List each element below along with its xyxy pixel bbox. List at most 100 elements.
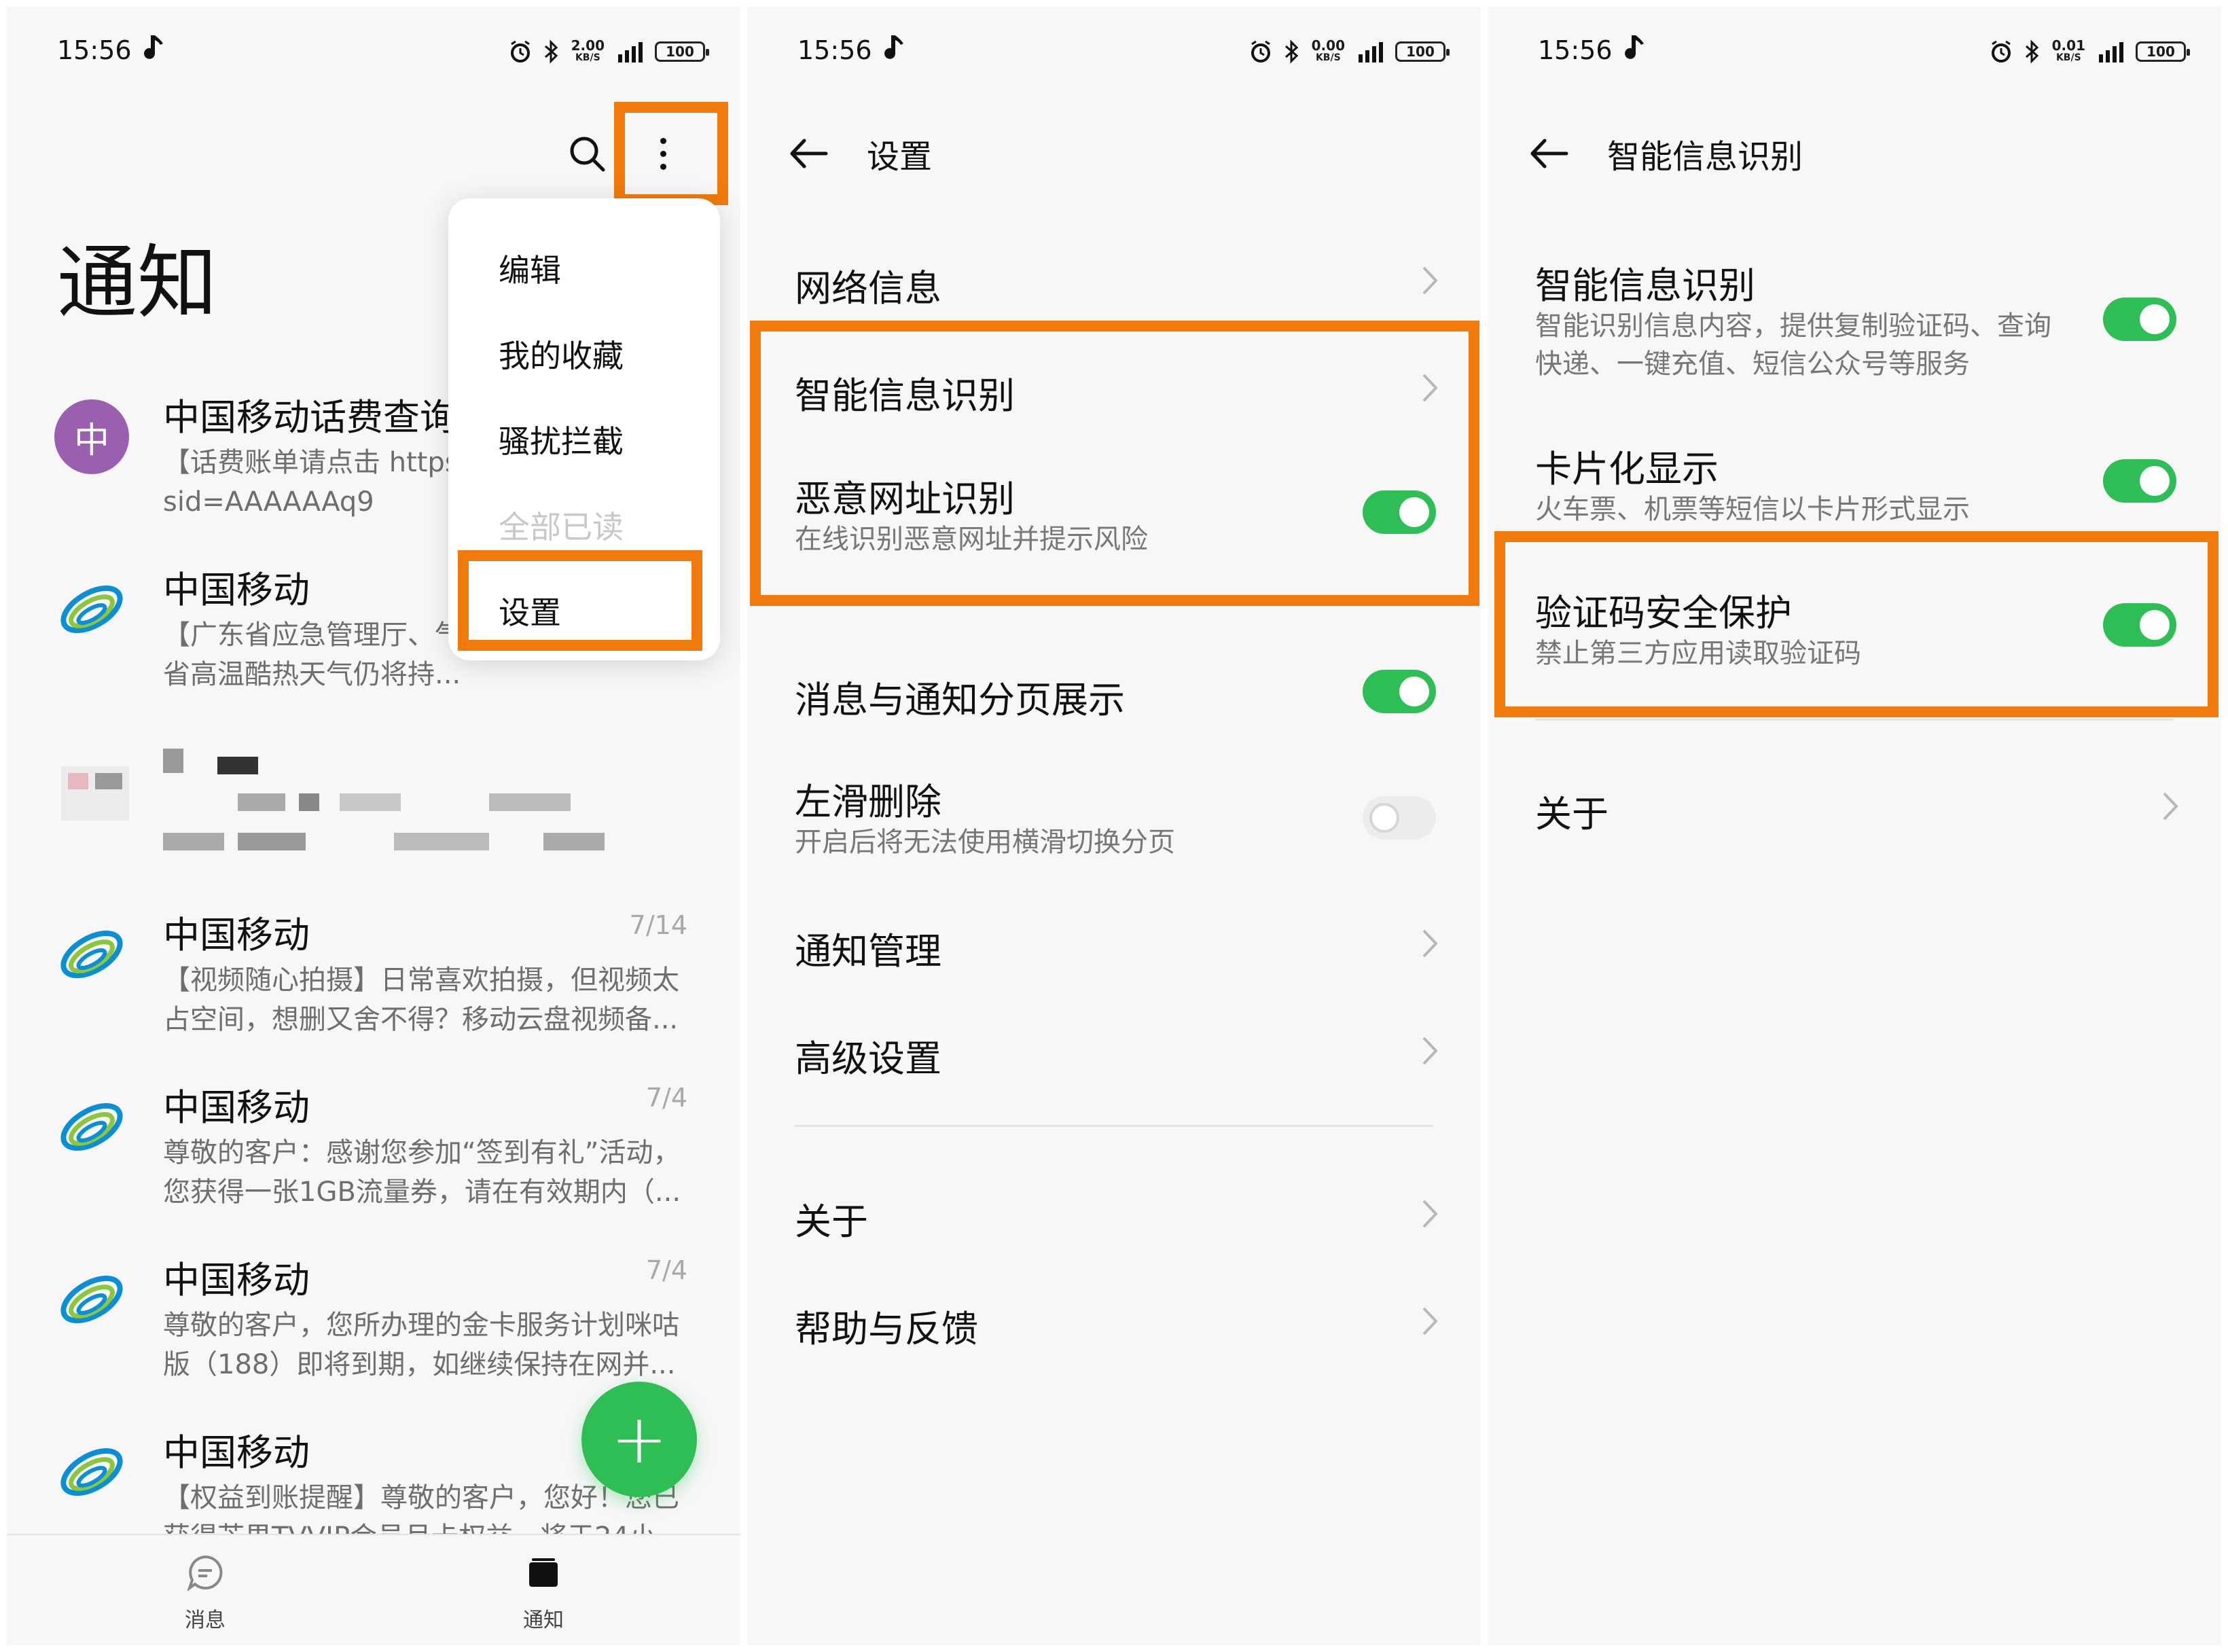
battery-icon: 100 — [1395, 41, 1450, 62]
status-icons: 2.00 KB/S 100 — [509, 37, 709, 65]
row-label: 卡片化显示 — [1535, 448, 1719, 490]
divider — [1535, 719, 2174, 721]
notification-box-icon — [529, 1558, 558, 1587]
music-note-icon — [1625, 35, 1644, 59]
blurred-conversation-item[interactable] — [7, 732, 740, 868]
more-options-icon[interactable] — [643, 128, 683, 179]
menu-item-favorites[interactable]: 我的收藏 — [499, 331, 624, 376]
row-swipe-delete[interactable]: 左滑删除 开启后将无法使用横滑切换分页 — [747, 765, 1481, 874]
network-speed: 0.01 KB/S — [2051, 37, 2085, 63]
row-smart-recognition[interactable]: 智能信息识别 智能识别信息内容，提供复制验证码、查询 快递、一键充值、短信公众号… — [1488, 249, 2221, 398]
menu-item-spam-block[interactable]: 骚扰拦截 — [499, 417, 624, 462]
china-mobile-logo-icon — [60, 1276, 123, 1323]
row-label: 消息与通知分页展示 — [795, 679, 1125, 721]
back-arrow-icon[interactable] — [1528, 137, 1569, 170]
alarm-icon — [1991, 40, 2011, 62]
chevron-right-icon — [1422, 266, 1438, 295]
nav-messages[interactable]: 消息 — [137, 1554, 273, 1633]
page-title: 设置 — [867, 138, 933, 176]
row-description: 开启后将无法使用横滑切换分页 — [795, 827, 1175, 858]
row-description: 在线识别恶意网址并提示风险 — [795, 524, 1148, 555]
avatar: 中 — [54, 399, 129, 474]
row-label: 关于 — [795, 1200, 868, 1243]
music-note-icon — [144, 35, 163, 59]
conversation-name: 中国移动 — [163, 1431, 310, 1474]
chevron-right-icon — [2163, 792, 2178, 821]
code-protect-toggle[interactable] — [2103, 603, 2176, 647]
signal-icon — [618, 42, 643, 62]
status-bar: 15:56 0.01 KB/S 100 — [1488, 7, 2221, 95]
battery-icon: 100 — [2136, 41, 2190, 62]
china-mobile-logo-icon — [60, 1448, 123, 1496]
row-description: 智能识别信息内容，提供复制验证码、查询 — [1535, 310, 2051, 342]
conversation-preview: 【视频随心拍摄】日常喜欢拍摄，但视频太占空间，想删又舍不得？移动云盘视频备... — [163, 965, 679, 1035]
chevron-right-icon — [1422, 374, 1438, 402]
china-mobile-logo-icon — [60, 1103, 123, 1151]
signal-icon — [2099, 42, 2123, 62]
status-bar: 15:56 2.00 KB/S 100 — [7, 7, 740, 95]
chat-bubble-icon — [187, 1555, 223, 1592]
bluetooth-icon — [1284, 39, 1298, 64]
nav-notifications[interactable]: 通知 — [475, 1554, 611, 1633]
row-about[interactable]: 关于 — [1488, 777, 2221, 865]
page-title: 通知 — [57, 236, 218, 329]
row-advanced-settings[interactable]: 高级设置 — [747, 1022, 1481, 1110]
conversation-name: 中国移动 — [163, 569, 310, 611]
menu-item-settings[interactable]: 设置 — [499, 588, 561, 633]
row-help-feedback[interactable]: 帮助与反馈 — [747, 1292, 1481, 1380]
network-speed: 2.00 KB/S — [571, 37, 605, 63]
bluetooth-icon — [544, 39, 558, 64]
smart-recognition-toggle[interactable] — [2103, 298, 2176, 341]
row-smart-recognition[interactable]: 智能信息识别 — [747, 359, 1481, 447]
status-time: 15:56 — [797, 35, 872, 65]
divider — [795, 1125, 1433, 1127]
row-description: 禁止第三方应用读取验证码 — [1535, 638, 1861, 669]
chevron-right-icon — [1422, 1037, 1438, 1065]
row-label: 智能信息识别 — [1535, 264, 1755, 307]
network-speed: 0.00 KB/S — [1311, 37, 1345, 63]
conversation-name: 中国移动 — [163, 914, 310, 956]
row-description: 火车票、机票等短信以卡片形式显示 — [1535, 494, 1970, 525]
back-arrow-icon[interactable] — [788, 137, 829, 170]
row-code-protect[interactable]: 验证码安全保护 禁止第三方应用读取验证码 — [1488, 576, 2221, 685]
row-about[interactable]: 关于 — [747, 1185, 1481, 1273]
chevron-right-icon — [1422, 1200, 1438, 1228]
status-bar: 15:56 0.00 KB/S 100 — [747, 7, 1481, 95]
overflow-menu: 编辑 我的收藏 骚扰拦截 全部已读 设置 — [448, 198, 720, 660]
smart-recognition-screen: 15:56 0.01 KB/S 100 智能信息识别 智能信息识别 智能识别信息内… — [1488, 7, 2221, 1645]
row-label: 帮助与反馈 — [795, 1308, 978, 1350]
row-label: 关于 — [1535, 793, 1609, 836]
search-icon[interactable] — [567, 133, 607, 174]
bottom-navigation: 消息 通知 — [7, 1534, 740, 1645]
row-label: 高级设置 — [795, 1037, 941, 1080]
alarm-icon — [1251, 40, 1270, 62]
conversation-preview: 尊敬的客户：感谢您参加“签到有礼”活动，您获得一张1GB流量券，请在有效期内（.… — [163, 1137, 681, 1208]
header: 智能信息识别 — [1528, 126, 1803, 181]
china-mobile-logo-icon — [60, 586, 123, 633]
row-malicious-url[interactable]: 恶意网址识别 在线识别恶意网址并提示风险 — [747, 462, 1481, 571]
row-label: 恶意网址识别 — [795, 478, 1015, 520]
row-network-info[interactable]: 网络信息 — [747, 251, 1481, 340]
conversation-date: 7/14 — [629, 910, 687, 940]
malicious-url-toggle[interactable] — [1363, 490, 1436, 534]
conversation-date: 7/4 — [645, 1255, 687, 1285]
conversation-item[interactable]: 中国移动 7/4 尊敬的客户：感谢您参加“签到有礼”活动，您获得一张1GB流量券… — [7, 1077, 740, 1247]
conversation-name: 中国移动 — [163, 1259, 310, 1301]
menu-item-edit[interactable]: 编辑 — [499, 246, 561, 291]
row-card-display[interactable]: 卡片化显示 火车票、机票等短信以卡片形式显示 — [1488, 432, 2221, 541]
row-notification-management[interactable]: 通知管理 — [747, 914, 1481, 1003]
paged-display-toggle[interactable] — [1363, 670, 1436, 713]
row-label: 左滑删除 — [795, 780, 941, 823]
card-display-toggle[interactable] — [2103, 459, 2176, 503]
chevron-right-icon — [1422, 929, 1438, 958]
page-title: 智能信息识别 — [1607, 138, 1803, 176]
status-icons: 0.01 KB/S 100 — [1990, 37, 2190, 65]
compose-button[interactable]: + — [581, 1382, 697, 1497]
status-time: 15:56 — [1538, 35, 1613, 65]
row-paged-display[interactable]: 消息与通知分页展示 — [747, 663, 1481, 751]
bluetooth-icon — [2025, 39, 2038, 64]
row-label: 通知管理 — [795, 930, 941, 973]
battery-icon: 100 — [655, 41, 709, 62]
swipe-delete-toggle[interactable] — [1363, 796, 1436, 840]
conversation-item[interactable]: 中国移动 7/14 【视频随心拍摄】日常喜欢拍摄，但视频太占空间，想删又舍不得？… — [7, 905, 740, 1075]
